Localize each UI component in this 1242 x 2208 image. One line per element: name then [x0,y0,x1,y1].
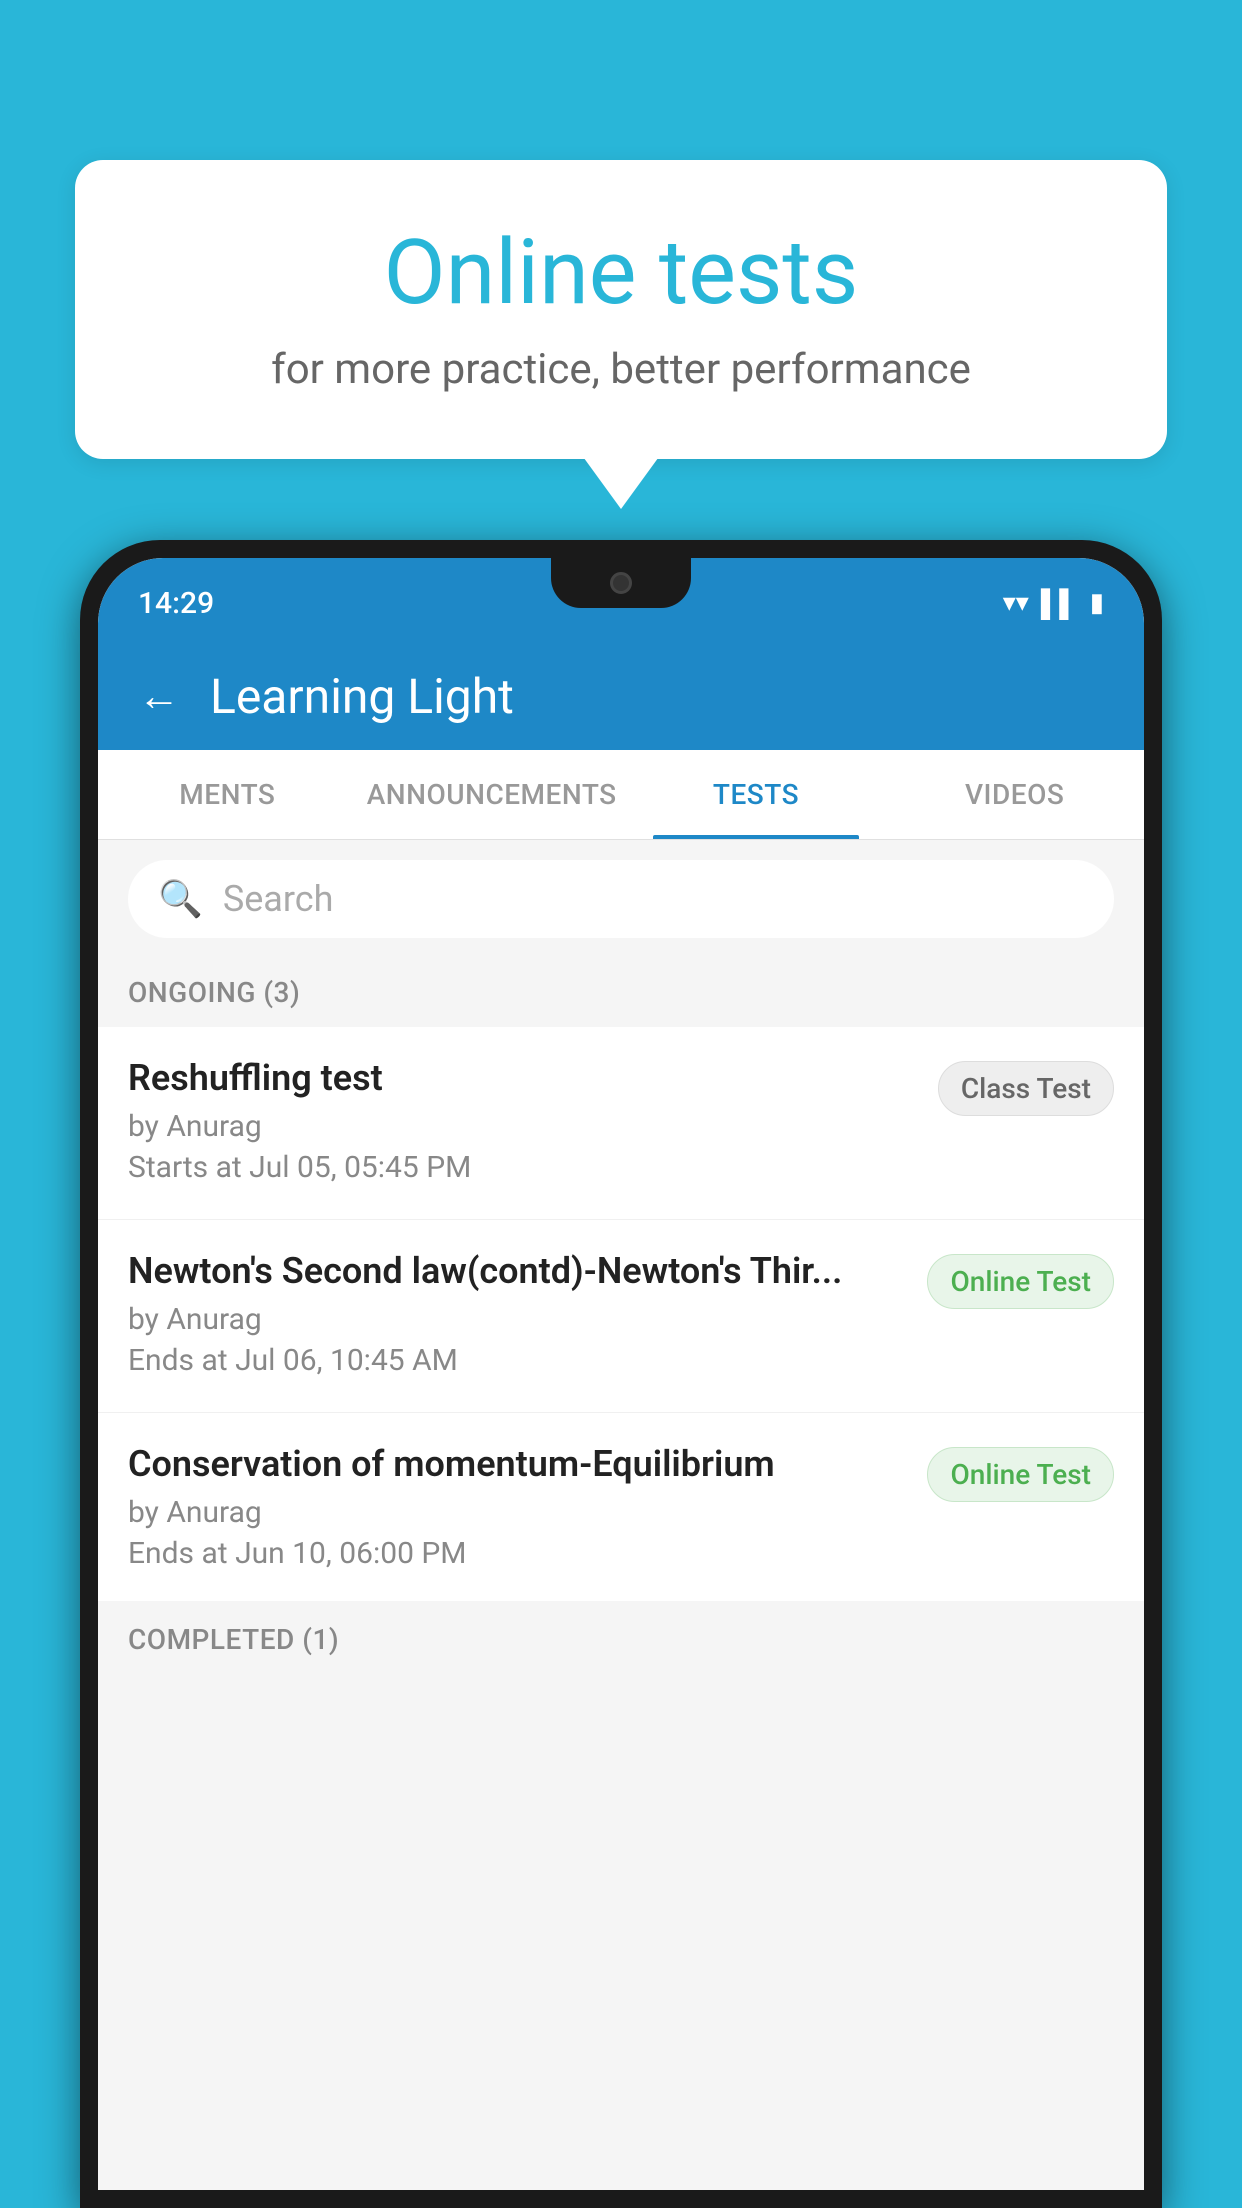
app-header: ← Learning Light [98,648,1144,750]
status-bar: 14:29 ▾▾ ▌▌ ▮ [98,558,1144,648]
signal-icon: ▌▌ [1041,588,1078,619]
list-section: ONGOING (3) Reshuffling test by Anurag S… [98,958,1144,2190]
app-title: Learning Light [210,668,514,725]
speech-bubble: Online tests for more practice, better p… [75,160,1167,459]
test-item[interactable]: Newton's Second law(contd)-Newton's Thir… [98,1219,1144,1408]
test-time: Ends at Jun 10, 06:00 PM [128,1536,907,1571]
tab-ments[interactable]: MENTS [98,750,357,839]
wifi-icon: ▾▾ [1003,588,1029,618]
test-info: Newton's Second law(contd)-Newton's Thir… [128,1250,927,1378]
search-box[interactable]: 🔍 Search [128,860,1114,938]
test-author: by Anurag [128,1495,907,1530]
tab-announcements[interactable]: ANNOUNCEMENTS [357,750,627,839]
test-time: Starts at Jul 05, 05:45 PM [128,1150,918,1185]
test-author: by Anurag [128,1302,907,1337]
test-name: Reshuffling test [128,1057,918,1099]
back-button[interactable]: ← [138,676,180,718]
test-author: by Anurag [128,1109,918,1144]
camera-dot [610,572,632,594]
tab-tests[interactable]: TESTS [627,750,886,839]
ongoing-group: Reshuffling test by Anurag Starts at Jul… [98,1027,1144,1601]
status-icons: ▾▾ ▌▌ ▮ [1003,588,1104,619]
test-info: Reshuffling test by Anurag Starts at Jul… [128,1057,938,1185]
search-input[interactable]: Search [223,878,334,920]
completed-section-header: COMPLETED (1) [98,1605,1144,1674]
bubble-title: Online tests [145,220,1097,325]
test-name: Newton's Second law(contd)-Newton's Thir… [128,1250,907,1292]
ongoing-section-header: ONGOING (3) [98,958,1144,1027]
badge-online-test: Online Test [927,1447,1114,1502]
status-time: 14:29 [138,586,214,621]
battery-icon: ▮ [1090,588,1104,618]
bubble-subtitle: for more practice, better performance [145,345,1097,394]
notch-cutout [551,558,691,608]
tab-videos[interactable]: VIDEOS [885,750,1144,839]
badge-online-test: Online Test [927,1254,1114,1309]
phone-frame: 14:29 ▾▾ ▌▌ ▮ ← Learning Light MENTS ANN… [80,540,1162,2208]
badge-class-test: Class Test [938,1061,1114,1116]
search-icon: 🔍 [158,878,203,920]
test-time: Ends at Jul 06, 10:45 AM [128,1343,907,1378]
test-item[interactable]: Reshuffling test by Anurag Starts at Jul… [98,1027,1144,1215]
test-name: Conservation of momentum-Equilibrium [128,1443,907,1485]
test-item[interactable]: Conservation of momentum-Equilibrium by … [98,1412,1144,1601]
phone-screen: 14:29 ▾▾ ▌▌ ▮ ← Learning Light MENTS ANN… [98,558,1144,2190]
search-container: 🔍 Search [98,840,1144,958]
tabs-container: MENTS ANNOUNCEMENTS TESTS VIDEOS [98,750,1144,840]
test-info: Conservation of momentum-Equilibrium by … [128,1443,927,1571]
